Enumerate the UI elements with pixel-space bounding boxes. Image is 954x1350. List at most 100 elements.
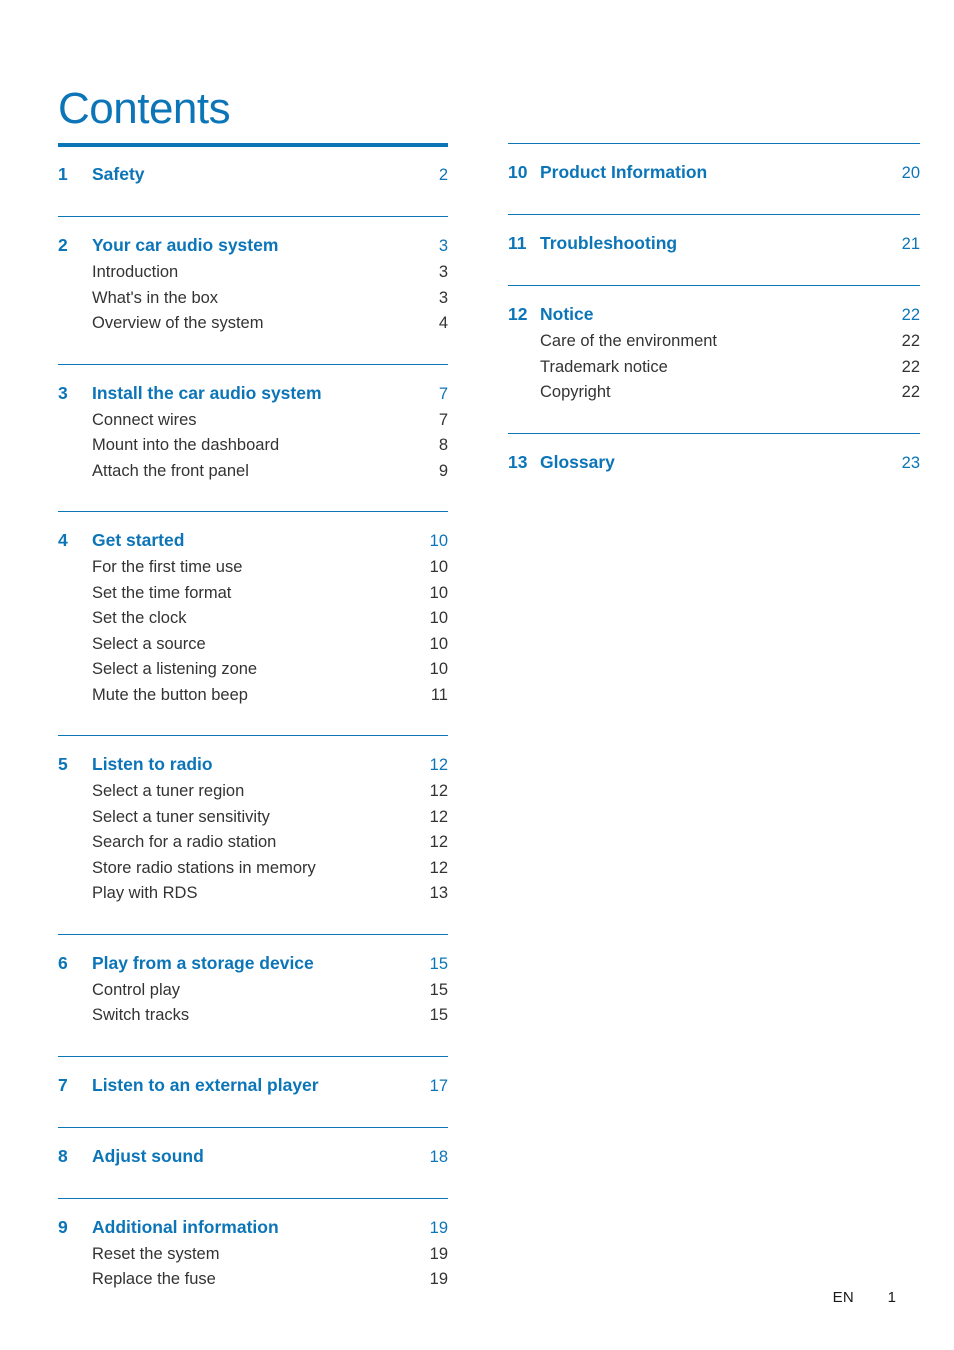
- toc-subentry[interactable]: Select a tuner region 12: [58, 779, 448, 805]
- page-footer: EN 1: [833, 1289, 896, 1306]
- toc-chapter-title: Get started: [92, 530, 185, 550]
- toc-subentry-page-number: 10: [429, 660, 448, 678]
- toc-subentry[interactable]: Set the clock 10: [58, 606, 448, 632]
- toc-subentry[interactable]: Care of the environment 22: [508, 329, 920, 355]
- toc-subentry[interactable]: Attach the front panel 9: [58, 459, 448, 485]
- toc-chapter-number: 10: [508, 162, 528, 182]
- toc-chapter-entry[interactable]: 10 Product Information 20: [508, 159, 920, 187]
- toc-chapter-group: 12 Notice 22 Care of the environment 22 Trade…: [508, 285, 920, 406]
- toc-subentry-title: Copyright: [540, 383, 611, 401]
- toc-subentry[interactable]: Search for a radio station 12: [58, 830, 448, 856]
- section-divider: [508, 214, 920, 215]
- toc-chapter-number: 6: [58, 952, 68, 973]
- toc-chapter-group: 10 Product Information 20: [508, 143, 920, 187]
- section-divider: [58, 216, 448, 217]
- toc-subentry[interactable]: What's in the box 3: [58, 286, 448, 312]
- toc-subentry[interactable]: Mute the button beep 11: [58, 683, 448, 709]
- toc-subentry[interactable]: For the first time use 10: [58, 555, 448, 581]
- toc-chapter-page-number: 22: [901, 306, 920, 324]
- toc-subentry-title: Select a tuner sensitivity: [92, 807, 270, 826]
- toc-subentry[interactable]: Store radio stations in memory 12: [58, 856, 448, 882]
- toc-subentry[interactable]: Introduction 3: [58, 260, 448, 286]
- toc-subentry[interactable]: Overview of the system 4: [58, 311, 448, 337]
- toc-chapter-page-number: 17: [429, 1076, 448, 1095]
- toc-chapter-entry[interactable]: 1 Safety 2: [58, 161, 448, 189]
- toc-chapter-entry[interactable]: 4 Get started 10: [58, 527, 448, 555]
- toc-chapter-number: 1: [58, 164, 68, 184]
- toc-subentry[interactable]: Set the time format 10: [58, 581, 448, 607]
- toc-subentry-title: Set the clock: [92, 609, 187, 627]
- toc-chapter-entry[interactable]: 2 Your car audio system 3: [58, 232, 448, 260]
- toc-chapter-page-number: 21: [901, 235, 920, 253]
- toc-subentry-title: Introduction: [92, 263, 179, 281]
- toc-chapter-page-number: 20: [901, 164, 920, 182]
- toc-chapter-group: 3 Install the car audio system 7 Connect wi…: [58, 363, 448, 485]
- toc-chapter-page-number: 10: [429, 532, 448, 550]
- toc-subentry[interactable]: Select a tuner sensitivity 12: [58, 805, 448, 831]
- toc-subentry-title: Care of the environment: [540, 332, 718, 350]
- section-divider: [58, 1197, 448, 1199]
- toc-subentry-page-number: 13: [429, 884, 448, 902]
- toc-subentry-page-number: 10: [429, 558, 448, 576]
- toc-chapter-group: 1 Safety 2: [58, 143, 448, 189]
- toc-chapter-group: 2 Your car audio system 3 Introduction 3 What…: [58, 216, 448, 337]
- toc-subentry-page-number: 22: [901, 383, 920, 401]
- toc-chapter-title: Notice: [540, 304, 594, 324]
- toc-subentry[interactable]: Switch tracks 15: [58, 1003, 448, 1029]
- section-divider: [58, 1126, 448, 1128]
- toc-chapter-page-number: 18: [429, 1147, 448, 1166]
- toc-chapter-page-number: 15: [429, 954, 448, 973]
- toc-subentry[interactable]: Replace the fuse 19: [58, 1267, 448, 1293]
- toc-chapter-entry[interactable]: 8 Adjust sound 18: [58, 1143, 448, 1171]
- section-divider: [58, 933, 448, 935]
- toc-chapter-entry[interactable]: 12 Notice 22: [508, 301, 920, 329]
- toc-chapter-title: Product Information: [540, 162, 708, 182]
- section-divider: [58, 511, 448, 512]
- toc-chapter-entry[interactable]: 7 Listen to an external player 17: [58, 1072, 448, 1100]
- section-divider: [58, 363, 448, 365]
- toc-subentry-title: What's in the box: [92, 288, 219, 307]
- section-divider: [508, 143, 920, 144]
- toc-chapter-page-number: 12: [429, 756, 448, 774]
- toc-chapter-entry[interactable]: 6 Play from a storage device 15: [58, 950, 448, 978]
- toc-subentry-title: Set the time format: [92, 583, 232, 602]
- toc-subentry-page-number: 12: [429, 833, 448, 851]
- toc-subentry-title: Store radio stations in memory: [92, 858, 316, 877]
- toc-subentry-page-number: 7: [438, 410, 448, 429]
- toc-chapter-entry[interactable]: 9 Additional information 19: [58, 1214, 448, 1242]
- page-title: Contents: [58, 84, 231, 134]
- toc-subentry-page-number: 22: [901, 357, 920, 376]
- section-divider: [508, 432, 920, 434]
- toc-subentry[interactable]: Select a source 10: [58, 632, 448, 658]
- toc-subentry-title: Play with RDS: [92, 884, 198, 902]
- toc-chapter-group: 4 Get started 10 For the first time use 10 Se…: [58, 511, 448, 708]
- toc-chapter-title: Your car audio system: [92, 235, 279, 255]
- toc-subentry[interactable]: Trademark notice 22: [508, 355, 920, 381]
- toc-subentry[interactable]: Copyright 22: [508, 380, 920, 406]
- toc-chapter-entry[interactable]: 3 Install the car audio system 7: [58, 380, 448, 408]
- toc-chapter-entry[interactable]: 5 Listen to radio 12: [58, 751, 448, 779]
- toc-chapter-entry[interactable]: 13 Glossary 23: [508, 449, 920, 477]
- toc-subentry[interactable]: Connect wires 7: [58, 408, 448, 434]
- toc-subentry-title: Select a listening zone: [92, 660, 258, 678]
- toc-chapter-title: Safety: [92, 164, 145, 184]
- toc-chapter-group: 7 Listen to an external player 17: [58, 1055, 448, 1100]
- toc-subentry[interactable]: Reset the system 19: [58, 1242, 448, 1268]
- toc-subentry-page-number: 3: [438, 288, 448, 307]
- toc-subentry-page-number: 8: [438, 436, 448, 454]
- toc-chapter-group: 9 Additional information 19 Reset the syste…: [58, 1197, 448, 1293]
- toc-chapter-page-number: 7: [438, 384, 448, 403]
- toc-subentry-title: Select a source: [92, 634, 206, 653]
- toc-subentry[interactable]: Mount into the dashboard 8: [58, 433, 448, 459]
- toc-chapter-title: Listen to an external player: [92, 1074, 319, 1095]
- toc-chapter-number: 4: [58, 530, 68, 550]
- toc-chapter-number: 5: [58, 754, 68, 774]
- toc-subentry-page-number: 19: [429, 1244, 448, 1263]
- toc-subentry-title: Control play: [92, 980, 181, 999]
- toc-subentry-page-number: 22: [901, 332, 920, 350]
- toc-subentry[interactable]: Select a listening zone 10: [58, 657, 448, 683]
- toc-subentry[interactable]: Play with RDS 13: [58, 881, 448, 907]
- toc-subentry-title: Switch tracks: [92, 1006, 190, 1024]
- toc-chapter-entry[interactable]: 11 Troubleshooting 21: [508, 230, 920, 258]
- toc-subentry[interactable]: Control play 15: [58, 978, 448, 1004]
